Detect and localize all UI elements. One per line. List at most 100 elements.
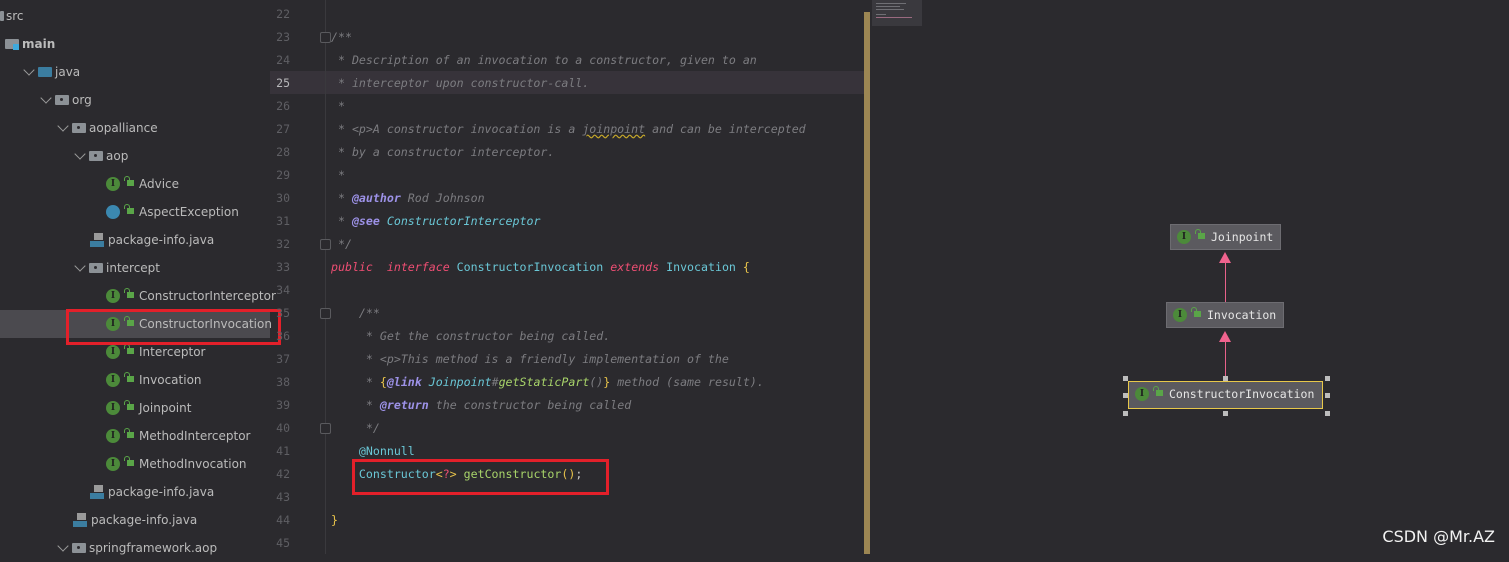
line-number: 43	[276, 490, 290, 504]
tree-item[interactable]: package-info.java	[0, 478, 270, 506]
code-line[interactable]: * <p>A constructor invocation is a joinp…	[331, 118, 806, 141]
public-lock-icon	[124, 400, 134, 410]
tree-item-label: MethodInvocation	[139, 457, 247, 471]
line-number: 33	[276, 260, 290, 274]
code-token: /**	[331, 30, 352, 44]
tree-item[interactable]: aopalliance	[0, 114, 270, 142]
tree-item[interactable]: springframework.aop	[0, 534, 270, 562]
chevron-down-icon[interactable]	[40, 92, 52, 104]
code-line[interactable]: * Get the constructor being called.	[331, 325, 610, 348]
code-token: Invocation	[666, 260, 736, 274]
interface-icon: I	[1177, 230, 1191, 244]
code-token: getStaticPart	[498, 375, 590, 389]
diagram-node-constructorinvocation[interactable]: I ConstructorInvocation	[1128, 381, 1323, 409]
code-token: ConstructorInterceptor	[386, 214, 541, 228]
code-token: *	[331, 214, 352, 228]
diagram-minimap[interactable]	[872, 0, 922, 26]
tree-item[interactable]: I Joinpoint	[0, 394, 270, 422]
tree-item[interactable]: package-info.java	[0, 226, 270, 254]
tree-item[interactable]: package-info.java	[0, 506, 270, 534]
code-line[interactable]: *	[331, 95, 345, 118]
code-line[interactable]: public interface ConstructorInvocation e…	[331, 256, 750, 279]
code-token: * <p>A constructor invocation is a	[331, 122, 583, 136]
resize-handle[interactable]	[1123, 411, 1128, 416]
tree-item[interactable]: org	[0, 86, 270, 114]
diagram-node-invocation[interactable]: I Invocation	[1166, 302, 1284, 328]
line-number: 27	[276, 122, 290, 136]
resize-handle[interactable]	[1223, 411, 1228, 416]
code-line[interactable]: * by a constructor interceptor.	[331, 141, 554, 164]
resize-handle[interactable]	[1325, 393, 1330, 398]
tree-item[interactable]: java	[0, 58, 270, 86]
resize-handle[interactable]	[1123, 393, 1128, 398]
code-line[interactable]: * @return the constructor being called	[331, 394, 631, 417]
code-token: @return	[379, 398, 429, 412]
line-number: 36	[276, 329, 290, 343]
code-token: }	[331, 513, 338, 527]
exception-icon	[106, 205, 120, 219]
code-token: Joinpoint	[428, 375, 492, 389]
line-number: 41	[276, 444, 290, 458]
tree-item-label: Invocation	[139, 373, 202, 387]
code-token: * <p>This method is a friendly implement…	[331, 352, 729, 366]
line-number: 29	[276, 168, 290, 182]
code-token: * by a constructor interceptor.	[331, 145, 555, 159]
code-line[interactable]: /**	[331, 302, 380, 325]
chevron-down-icon[interactable]	[57, 540, 69, 552]
tree-item[interactable]: I MethodInvocation	[0, 450, 270, 478]
tree-item[interactable]: intercept	[0, 254, 270, 282]
line-number: 44	[276, 513, 290, 527]
code-line[interactable]: *	[331, 164, 345, 187]
chevron-down-icon[interactable]	[57, 120, 69, 132]
diagram-node-joinpoint[interactable]: I Joinpoint	[1170, 224, 1281, 250]
line-number: 42	[276, 467, 290, 481]
code-token: {	[379, 375, 387, 389]
code-token: and can be intercepted	[645, 122, 806, 136]
code-line[interactable]: /**	[331, 26, 352, 49]
code-line[interactable]: * <p>This method is a friendly implement…	[331, 348, 729, 371]
code-token: *	[331, 168, 345, 182]
tree-item[interactable]: aop	[0, 142, 270, 170]
public-lock-icon	[1191, 307, 1201, 317]
code-line[interactable]: }	[331, 509, 338, 532]
code-line[interactable]: */	[331, 233, 352, 256]
src-folder-icon	[0, 11, 8, 21]
line-number: 35	[276, 306, 290, 320]
tree-item-label: main	[22, 37, 56, 51]
tree-item[interactable]: main	[0, 30, 270, 58]
tree-item[interactable]: AspectException	[0, 198, 270, 226]
chevron-down-icon[interactable]	[74, 260, 86, 272]
resize-handle[interactable]	[1325, 376, 1330, 381]
tree-item-label: aopalliance	[89, 121, 158, 135]
editor-scrollbar[interactable]	[864, 12, 870, 554]
code-token: /**	[331, 306, 380, 320]
code-token: interface	[386, 260, 450, 274]
resize-handle[interactable]	[1223, 376, 1228, 381]
tree-item-label: package-info.java	[108, 233, 215, 247]
code-line[interactable]: * {@link Joinpoint#getStaticPart()} meth…	[331, 371, 764, 394]
tree-item[interactable]: src	[0, 2, 270, 30]
tree-item[interactable]: I ConstructorInterceptor	[0, 282, 276, 310]
interface-icon: I	[106, 345, 120, 359]
code-token: *	[331, 99, 345, 113]
tree-item[interactable]: I Advice	[0, 170, 270, 198]
code-line[interactable]: * @author Rod Johnson	[331, 187, 485, 210]
code-line[interactable]: * Description of an invocation to a cons…	[331, 49, 757, 72]
tree-item-label: java	[55, 65, 81, 79]
chevron-down-icon[interactable]	[74, 148, 86, 160]
tree-item[interactable]: I MethodInterceptor	[0, 422, 270, 450]
chevron-down-icon[interactable]	[23, 64, 35, 76]
code-line[interactable]: */	[331, 417, 380, 440]
code-token: @link	[386, 375, 422, 389]
code-line[interactable]: * @see ConstructorInterceptor	[331, 210, 540, 233]
resize-handle[interactable]	[1123, 376, 1128, 381]
interface-icon: I	[1173, 308, 1187, 322]
tree-item[interactable]: I Invocation	[0, 366, 270, 394]
code-token: * interceptor upon constructor-call.	[331, 76, 590, 90]
code-line[interactable]: * interceptor upon constructor-call.	[331, 72, 589, 95]
highlight-box-tree	[66, 309, 281, 345]
resize-handle[interactable]	[1325, 411, 1330, 416]
